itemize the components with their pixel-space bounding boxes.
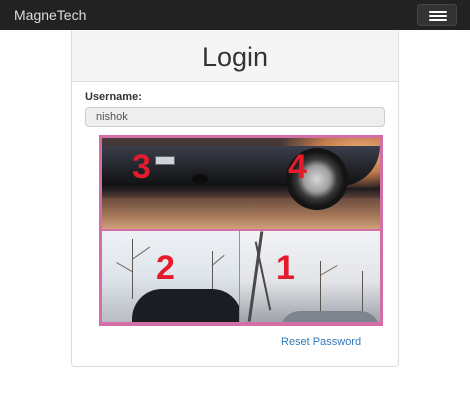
captcha-photo-car [132,289,239,322]
brand-name[interactable]: MagneTech [14,7,86,23]
captcha-photo-pole [254,241,272,311]
captcha-photo-road [102,198,380,229]
captcha-photo-tree [320,261,321,311]
captcha-photo-car [280,311,380,322]
login-panel-header: Login [72,30,398,82]
captcha-number-2: 2 [156,249,175,287]
image-captcha: 3 4 2 1 [99,135,383,326]
login-panel: Login Username: 3 4 2 [71,30,399,367]
captcha-number-3: 3 [132,148,151,186]
username-label: Username: [85,91,142,103]
captcha-photo-tree [362,271,363,311]
page-title: Login [201,42,269,72]
captcha-photo-branch [131,246,151,260]
captcha-tile-top[interactable]: 3 4 [102,138,380,229]
hamburger-icon-bar [429,15,447,17]
captcha-photo-branch [116,262,133,272]
captcha-number-1: 1 [276,249,295,287]
hamburger-icon-bar [429,11,447,13]
reset-password-link[interactable]: Reset Password [281,336,361,348]
captcha-tile-bottom-left[interactable]: 2 [102,231,239,322]
captcha-photo-exhaust [192,174,208,184]
captcha-photo-branch [211,254,225,266]
captcha-photo-plate [155,156,175,165]
captcha-photo-tree [132,239,133,299]
hamburger-icon-bar [429,19,447,21]
captcha-photo-branch [319,265,338,276]
username-field[interactable] [85,107,385,127]
captcha-number-4: 4 [288,148,307,186]
captcha-tile-bottom-right[interactable]: 1 [240,231,380,322]
navbar: MagneTech [0,0,470,30]
menu-toggle-button[interactable] [417,4,457,26]
